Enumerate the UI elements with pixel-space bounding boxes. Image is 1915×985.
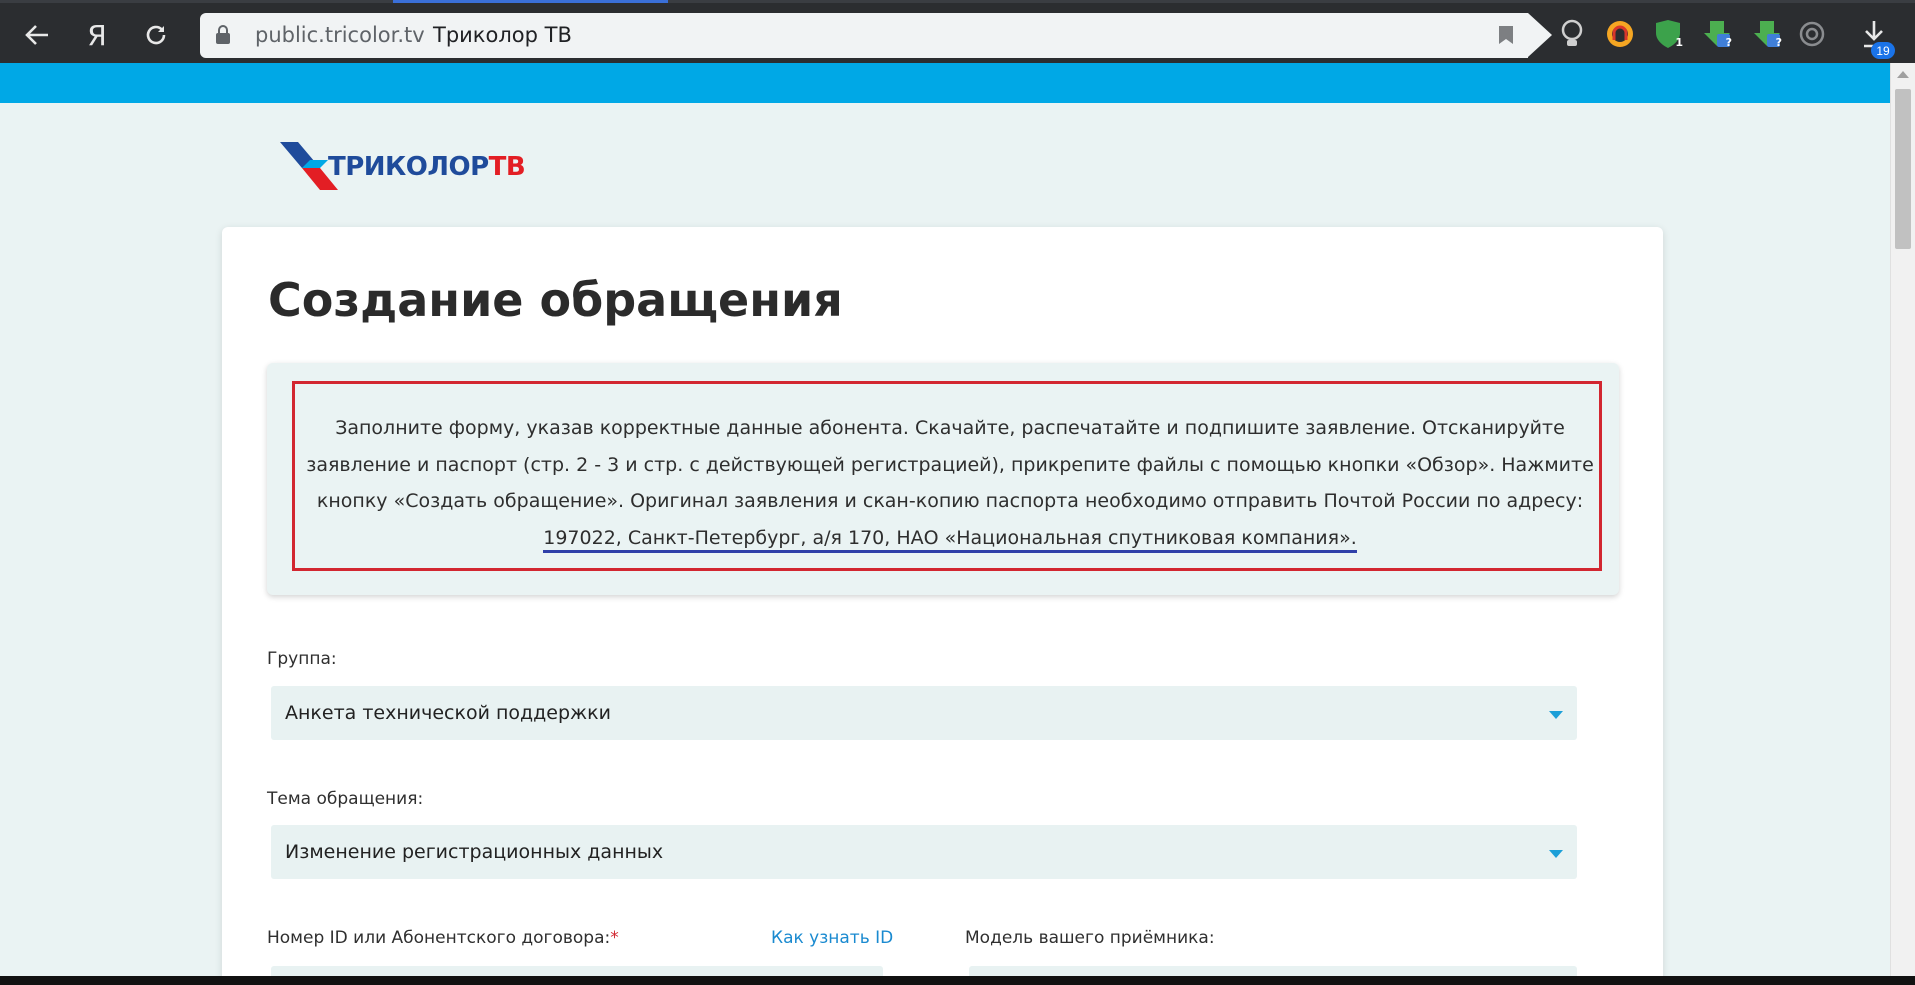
address-bar[interactable]: public.tricolor.tv Триколор ТВ — [200, 13, 1552, 58]
address-page-title: Триколор ТВ — [433, 23, 572, 47]
page-scrollbar[interactable] — [1890, 63, 1915, 976]
receiver-model-select[interactable] — [969, 966, 1577, 976]
address-url: public.tricolor.tv — [255, 23, 425, 47]
download-helper-badge: ? — [1725, 36, 1732, 49]
scrollbar-thumb[interactable] — [1895, 89, 1911, 249]
topic-select-value: Изменение регистрационных данных — [285, 841, 664, 863]
how-to-find-id-link[interactable]: Как узнать ID — [771, 928, 893, 948]
page-title: Создание обращения — [268, 273, 843, 327]
chevron-down-icon — [1549, 850, 1563, 858]
download-helper-extension[interactable]: ? — [1700, 17, 1734, 51]
tricolor-wordmark: ТРИКОЛОРТВ — [328, 152, 526, 182]
reload-button[interactable] — [139, 18, 173, 52]
lock-icon — [216, 25, 230, 44]
spiral-icon — [1799, 21, 1825, 47]
site-top-strip — [0, 63, 1890, 103]
downloads-count-badge: 19 — [1871, 42, 1895, 59]
adguard-extension[interactable] — [1603, 17, 1637, 51]
shield-extension-badge: 1 — [1675, 36, 1683, 49]
bulb-extension[interactable] — [1555, 17, 1589, 51]
topic-select[interactable]: Изменение регистрационных данных — [271, 825, 1577, 879]
bookmark-icon[interactable] — [1498, 25, 1514, 45]
taskbar-edge — [0, 976, 1915, 985]
request-form-card: Создание обращения Заполните форму, указ… — [222, 227, 1663, 976]
yandex-button[interactable]: Я — [80, 18, 114, 52]
topic-label: Тема обращения: — [267, 789, 424, 809]
instructions-text: Заполните форму, указав корректные данны… — [295, 410, 1605, 556]
chevron-down-icon — [1549, 711, 1563, 719]
receiver-model-label: Модель вашего приёмника: — [965, 928, 1215, 948]
subscriber-id-input[interactable] — [271, 966, 883, 976]
required-asterisk: * — [610, 928, 619, 948]
back-button[interactable] — [20, 18, 54, 52]
active-tab-indicator — [393, 0, 668, 3]
subscriber-id-label: Номер ID или Абонентского договора:* — [267, 928, 619, 948]
spiral-extension[interactable] — [1795, 17, 1829, 51]
back-arrow-icon — [25, 25, 48, 45]
tricolor-logo[interactable]: ТРИКОЛОРТВ — [278, 138, 526, 198]
instructions-box: Заполните форму, указав корректные данны… — [267, 363, 1619, 595]
scroll-up-icon[interactable] — [1897, 71, 1909, 78]
instructions-line: кнопку «Создать обращение». Оригинал зая… — [316, 490, 1584, 512]
shield-extension[interactable]: 1 — [1651, 17, 1685, 51]
instructions-line: Заполните форму, указав корректные данны… — [335, 417, 1565, 439]
lightbulb-icon — [1561, 19, 1583, 46]
browser-toolbar: Я public.tricolor.tv Триколор ТВ 1 ? ? 1… — [0, 0, 1915, 63]
download-helper-badge-2: ? — [1775, 36, 1782, 49]
instructions-line: заявление и паспорт (стр. 2 - 3 и стр. с… — [306, 453, 1594, 476]
group-label: Группа: — [267, 649, 337, 669]
group-select[interactable]: Анкета технической поддержки — [271, 686, 1577, 740]
download-helper-extension-2[interactable]: ? — [1750, 17, 1784, 51]
shield-ring-icon — [1607, 21, 1633, 47]
postal-address: 197022, Санкт-Петербург, а/я 170, НАО «Н… — [543, 526, 1357, 553]
yandex-icon: Я — [87, 18, 107, 52]
highlight-frame: Заполните форму, указав корректные данны… — [292, 381, 1602, 571]
reload-icon — [146, 25, 166, 45]
page-viewport: ТРИКОЛОРТВ Создание обращения Заполните … — [0, 63, 1915, 976]
group-select-value: Анкета технической поддержки — [285, 702, 611, 724]
